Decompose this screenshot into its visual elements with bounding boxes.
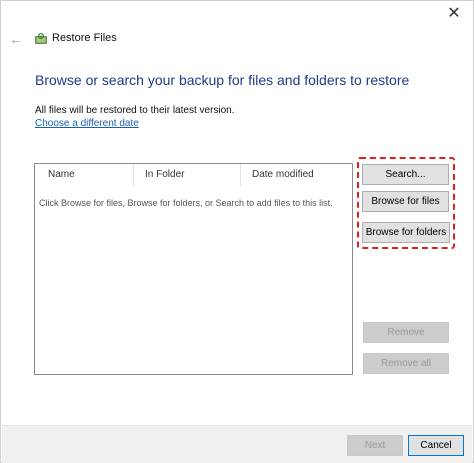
column-header-date-modified[interactable]: Date modified: [241, 164, 353, 186]
empty-list-hint: Click Browse for files, Browse for folde…: [39, 198, 333, 208]
restore-files-window: ✕ ← Restore Files Browse or search your …: [0, 0, 474, 463]
backup-restore-icon: [34, 32, 48, 46]
restore-info-text: All files will be restored to their late…: [35, 105, 235, 116]
cancel-button[interactable]: Cancel: [408, 435, 464, 456]
column-header-name[interactable]: Name: [35, 164, 134, 186]
choose-date-link[interactable]: Choose a different date: [35, 118, 139, 129]
browse-for-files-button[interactable]: Browse for files: [362, 191, 449, 212]
page-heading: Browse or search your backup for files a…: [35, 72, 410, 88]
window-title: Restore Files: [52, 32, 117, 44]
remove-all-button[interactable]: Remove all: [363, 353, 449, 374]
search-button[interactable]: Search...: [362, 164, 449, 185]
browse-for-folders-button[interactable]: Browse for folders: [362, 222, 450, 243]
file-list[interactable]: Name In Folder Date modified Click Brows…: [34, 163, 353, 375]
close-icon[interactable]: ✕: [445, 5, 463, 23]
back-arrow-icon[interactable]: ←: [9, 32, 23, 46]
column-header-in-folder[interactable]: In Folder: [134, 164, 241, 186]
remove-button[interactable]: Remove: [363, 322, 449, 343]
next-button[interactable]: Next: [347, 435, 403, 456]
